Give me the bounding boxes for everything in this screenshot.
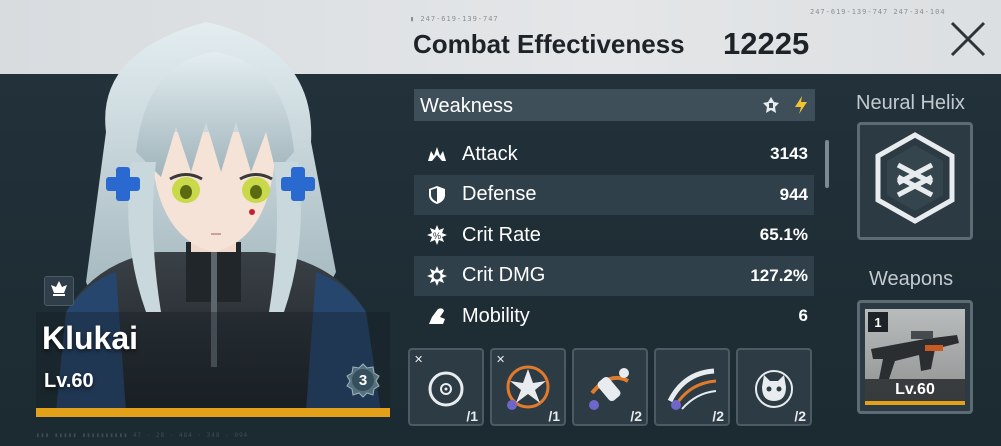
level-progress-bar	[36, 408, 390, 417]
electric-weakness-icon	[793, 95, 809, 120]
svg-text:%: %	[433, 231, 441, 241]
neural-helix-title: Neural Helix	[856, 92, 965, 114]
skill-slot-3[interactable]: /2	[572, 348, 648, 426]
stat-value: 6	[798, 306, 808, 326]
crit-rate-icon: %	[426, 224, 448, 246]
stat-label: Attack	[462, 142, 518, 165]
crit-dmg-icon	[426, 265, 448, 287]
weapons-title: Weapons	[869, 268, 954, 290]
stat-row-crit-dmg: Crit DMG 127.2%	[414, 255, 814, 296]
skill-slot-4[interactable]: /2	[654, 348, 730, 426]
stat-value: 127.2%	[750, 265, 808, 285]
skill-count: /2	[794, 408, 806, 424]
skill-count: /1	[548, 408, 560, 424]
combat-effectiveness-value: 12225	[723, 26, 810, 61]
stats-scrollbar[interactable]	[825, 140, 829, 188]
combat-effectiveness-label: Combat Effectiveness	[413, 29, 685, 59]
weapon-level-bar	[865, 401, 965, 405]
skill-slot-5[interactable]: /2	[736, 348, 812, 426]
skill-slot-1[interactable]: ✕ /1	[408, 348, 484, 426]
stat-value: 944	[779, 184, 808, 204]
target-skill-icon	[428, 371, 464, 407]
header-micro-text-right: 247-619-139-747 247-34-104	[810, 8, 946, 16]
stats-list[interactable]: Attack 3143 Defense 944 % Crit Rate 65.1…	[414, 134, 814, 337]
stat-row-crit-rate: % Crit Rate 65.1%	[414, 215, 814, 256]
skill-slot-2[interactable]: ✕ /1	[490, 348, 566, 426]
skill-count: /2	[630, 408, 642, 424]
character-level: Lv.60	[44, 370, 94, 392]
close-button[interactable]	[948, 19, 988, 59]
weapon-level: Lv.60	[865, 379, 965, 401]
neural-helix-button[interactable]	[857, 122, 973, 240]
footer-micro-text: ▮▮▮ ▮▮▮▮▮ ▮▮▮▮▮▮▮▮▮▮ 47 · 28 · 484 · 348…	[36, 432, 249, 439]
weapon-rank-badge: 1	[868, 312, 888, 332]
weapon-card[interactable]: 1 Lv.60	[857, 300, 973, 414]
attack-icon	[426, 143, 448, 165]
stat-label: Crit Rate	[462, 223, 541, 246]
rank-badge[interactable]: 3	[345, 362, 381, 398]
class-badge	[44, 276, 74, 306]
pierce-weakness-icon	[761, 95, 781, 120]
weakness-label: Weakness	[420, 95, 514, 117]
burst-skill-icon	[506, 365, 550, 410]
defense-icon	[426, 184, 448, 206]
neural-helix-icon	[875, 132, 955, 224]
stat-label: Crit DMG	[462, 264, 546, 287]
weakness-row[interactable]: Weakness	[414, 89, 815, 121]
stat-label: Defense	[462, 183, 537, 206]
stat-value: 65.1%	[759, 225, 808, 245]
skill-count: /2	[712, 408, 724, 424]
stat-label: Mobility	[462, 304, 530, 327]
stat-row-mobility: Mobility 6	[414, 296, 814, 337]
cat-skill-icon	[755, 370, 793, 408]
character-name: Klukai	[42, 320, 139, 356]
stat-value: 3143	[770, 144, 808, 164]
sweep-skill-icon	[667, 368, 717, 410]
mobility-icon	[426, 305, 448, 327]
header-micro-text: ▮ 247-619-139-747	[410, 15, 499, 23]
close-icon	[950, 21, 986, 57]
stat-row-defense: Defense 944	[414, 174, 814, 215]
stat-row-attack: Attack 3143	[414, 134, 814, 175]
vanguard-class-icon	[49, 279, 69, 304]
rank-number: 3	[358, 371, 368, 389]
skill-count: /1	[466, 408, 478, 424]
dash-skill-icon	[589, 368, 629, 410]
